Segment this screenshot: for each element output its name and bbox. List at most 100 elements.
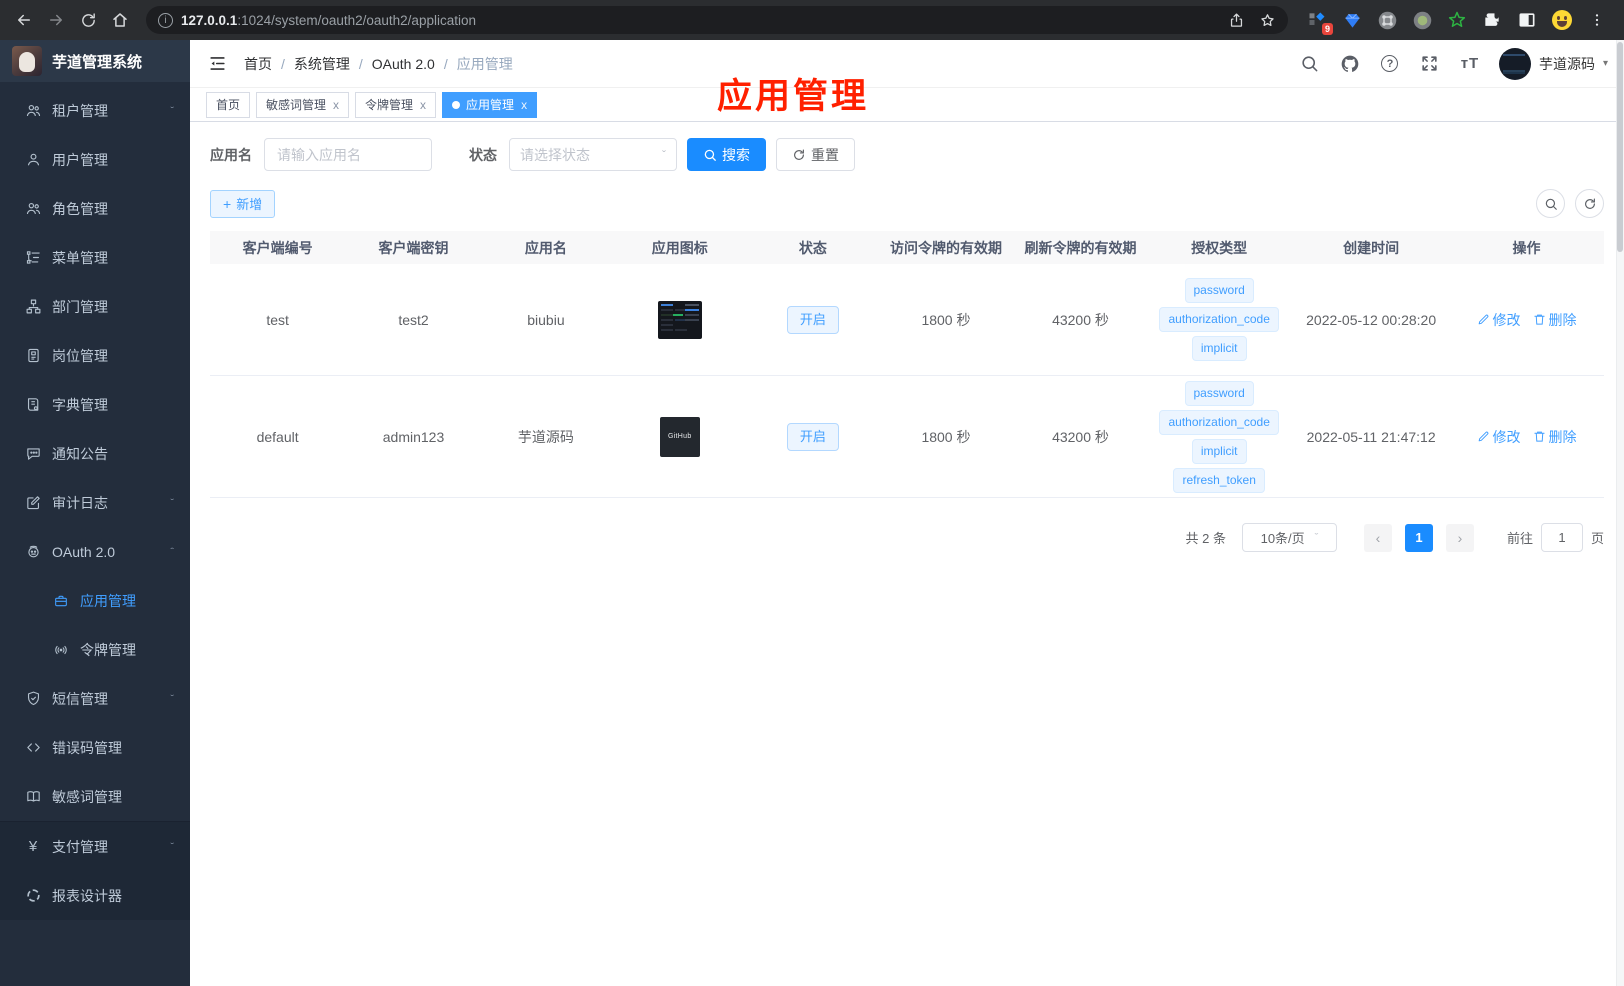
- address-bar[interactable]: i 127.0.0.1:1024/system/oauth2/oauth2/ap…: [146, 6, 1288, 34]
- close-icon[interactable]: x: [521, 98, 527, 112]
- tab-application[interactable]: 应用管理 x: [442, 91, 538, 118]
- browser-forward-button[interactable]: [42, 6, 70, 34]
- font-size-icon[interactable]: тT: [1459, 53, 1481, 75]
- segmented-circle-icon: [24, 887, 42, 905]
- fullscreen-button[interactable]: [1419, 53, 1441, 75]
- sidebar-item-audit-log[interactable]: 审计日志 ˇ: [0, 478, 190, 527]
- help-button[interactable]: ?: [1379, 53, 1401, 75]
- sidebar-item-label: OAuth 2.0: [52, 543, 116, 560]
- status-select[interactable]: 请选择状态 ˇ: [509, 138, 677, 171]
- app-name-input[interactable]: [264, 138, 432, 171]
- sidebar-item-report-designer[interactable]: 报表设计器: [0, 871, 190, 920]
- sidebar-item-label: 敏感词管理: [52, 788, 122, 805]
- id-badge-icon: [24, 347, 42, 365]
- tab-sensitive-word[interactable]: 敏感词管理 x: [256, 91, 350, 118]
- scrollbar-thumb[interactable]: [1617, 42, 1623, 252]
- sidebar-item-errorcode[interactable]: 错误码管理: [0, 723, 190, 772]
- chevron-down-icon: ˇ: [170, 841, 174, 852]
- cell-status: 开启: [749, 422, 876, 451]
- share-icon[interactable]: [1228, 12, 1245, 29]
- sidebar-item-role[interactable]: 角色管理: [0, 184, 190, 233]
- column-header: 应用名: [524, 239, 567, 256]
- side-panel-icon[interactable]: [1516, 9, 1538, 31]
- sidebar-item-tenant[interactable]: 租户管理 ˇ: [0, 86, 190, 135]
- site-info-icon[interactable]: i: [158, 12, 173, 28]
- browser-menu-button[interactable]: [1586, 9, 1608, 31]
- sidebar-item-dept[interactable]: 部门管理: [0, 282, 190, 331]
- refresh-table-button[interactable]: [1575, 189, 1604, 218]
- reset-button[interactable]: 重置: [776, 138, 855, 171]
- sidebar-item-sensitive-word[interactable]: 敏感词管理: [0, 772, 190, 821]
- breadcrumb-home[interactable]: 首页: [244, 54, 272, 74]
- page-number-1[interactable]: 1: [1404, 523, 1433, 552]
- extension-command-icon[interactable]: [1376, 9, 1398, 31]
- header-search-button[interactable]: [1299, 53, 1321, 75]
- extension-puzzle-icon[interactable]: [1481, 9, 1503, 31]
- org-tree-icon: [24, 298, 42, 316]
- cell-client-id: default: [256, 428, 299, 445]
- sidebar-item-label: 部门管理: [52, 298, 108, 315]
- filter-bar: 应用名 状态 请选择状态 ˇ 搜索 重置: [210, 138, 1604, 171]
- page-size-select[interactable]: 10条/页 ˇ: [1241, 523, 1337, 552]
- prev-page-button[interactable]: ‹: [1363, 523, 1392, 552]
- tab-home[interactable]: 首页: [206, 91, 251, 118]
- browser-reload-button[interactable]: [74, 6, 102, 34]
- breadcrumb-oauth[interactable]: OAuth 2.0: [372, 56, 435, 72]
- sidebar-item-sms[interactable]: 短信管理 ˇ: [0, 674, 190, 723]
- cell-actions: 修改 删除: [1449, 310, 1604, 330]
- caret-down-icon: ▾: [1602, 58, 1608, 69]
- sidebar-item-oauth-token[interactable]: 令牌管理: [0, 625, 190, 674]
- add-button[interactable]: + 新增: [210, 189, 276, 218]
- question-icon: ?: [1381, 55, 1399, 72]
- extension-star-icon[interactable]: [1446, 9, 1468, 31]
- pagination: 共 2 条 10条/页 ˇ ‹ 1 › 前往 页: [210, 523, 1604, 552]
- sidebar-collapse-button[interactable]: [206, 53, 228, 75]
- toggle-search-button[interactable]: [1536, 189, 1565, 218]
- refresh-icon: [794, 148, 804, 160]
- sidebar-item-post[interactable]: 岗位管理: [0, 331, 190, 380]
- browser-back-button[interactable]: [10, 6, 38, 34]
- browser-home-button[interactable]: [106, 6, 134, 34]
- sidebar-item-oauth2[interactable]: OAuth 2.0 ˆ: [0, 527, 190, 576]
- sidebar-item-oauth-application[interactable]: 应用管理: [0, 576, 190, 625]
- goto-page-input[interactable]: [1540, 523, 1583, 552]
- close-icon[interactable]: x: [333, 98, 339, 112]
- users-icon: [24, 102, 42, 120]
- sidebar-item-label: 应用管理: [80, 592, 136, 609]
- profile-avatar-emoji[interactable]: [1551, 9, 1573, 31]
- dictionary-icon: [24, 396, 42, 414]
- search-button[interactable]: 搜索: [687, 138, 766, 171]
- username-text: 芋道源码: [1538, 55, 1595, 72]
- user-menu[interactable]: 芋道源码 ▾: [1498, 47, 1608, 80]
- url-host: 127.0.0.1: [181, 12, 238, 28]
- edit-button[interactable]: 修改: [1477, 310, 1521, 330]
- total-count: 共 2 条: [1185, 531, 1226, 546]
- sidebar-item-menu[interactable]: 菜单管理: [0, 233, 190, 282]
- close-icon[interactable]: x: [420, 98, 426, 112]
- edit-button[interactable]: 修改: [1477, 427, 1521, 447]
- bookmark-star-icon[interactable]: [1259, 12, 1276, 29]
- extension-gem-icon[interactable]: [1341, 9, 1363, 31]
- breadcrumb-system[interactable]: 系统管理: [294, 54, 350, 74]
- github-link-button[interactable]: [1339, 53, 1361, 75]
- sidebar-logo[interactable]: 芋道管理系统: [0, 40, 190, 82]
- sidebar-item-user[interactable]: 用户管理: [0, 135, 190, 184]
- sidebar-item-dict[interactable]: 字典管理: [0, 380, 190, 429]
- delete-button[interactable]: 删除: [1533, 427, 1577, 447]
- tab-token[interactable]: 令牌管理 x: [355, 91, 437, 118]
- breadcrumb-separator: /: [443, 55, 448, 72]
- sidebar-item-pay[interactable]: ¥ 支付管理 ˇ: [0, 822, 190, 871]
- next-page-button[interactable]: ›: [1445, 523, 1474, 552]
- browser-toolbar: i 127.0.0.1:1024/system/oauth2/oauth2/ap…: [0, 0, 1624, 40]
- column-header: 授权类型: [1191, 239, 1248, 256]
- trash-icon: [1533, 431, 1545, 442]
- grant-tag: password: [1184, 380, 1254, 406]
- grant-tag: implicit: [1191, 438, 1247, 464]
- delete-button[interactable]: 删除: [1533, 310, 1577, 330]
- extension-grid-icon[interactable]: 9: [1306, 9, 1333, 35]
- sidebar-item-label: 支付管理: [52, 838, 108, 855]
- top-navbar: 首页 / 系统管理 / OAuth 2.0 / 应用管理 ? тT 芋道源码 ▾: [190, 40, 1624, 88]
- extension-dot-icon[interactable]: [1411, 9, 1433, 31]
- page-scrollbar[interactable]: [1616, 40, 1624, 986]
- sidebar-item-notice[interactable]: 通知公告: [0, 429, 190, 478]
